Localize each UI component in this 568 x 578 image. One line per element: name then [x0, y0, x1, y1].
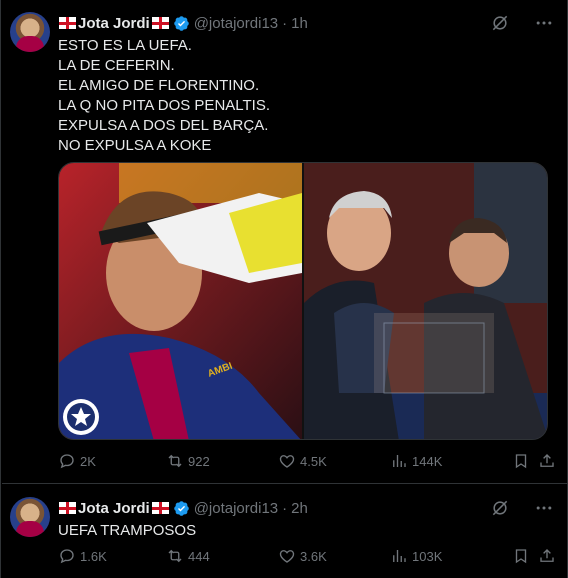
views-button[interactable]: 144K [390, 452, 442, 470]
verified-badge-icon [173, 500, 189, 516]
tweet-text-line: EXPULSA A DOS DEL BARÇA. [58, 117, 269, 134]
view-count: 103K [412, 548, 443, 564]
photo-officials-laughing[interactable] [304, 163, 547, 439]
share-icon [540, 549, 554, 562]
tweet-text: ESTO ES LA UEFA. LA DE CEFERIN. EL AMIGO… [58, 36, 270, 156]
avatar[interactable] [10, 497, 50, 537]
england-flag-icon [151, 502, 169, 514]
tweet-actions: 1.6K 444 3.6K 103K [58, 546, 556, 566]
grok-icon[interactable] [490, 498, 510, 518]
like-count: 4.5K [300, 453, 327, 469]
more-icon[interactable] [534, 498, 554, 518]
reply-icon [60, 549, 74, 564]
display-name[interactable]: Jota Jordi [78, 15, 150, 32]
share-button[interactable] [538, 547, 556, 565]
tweet-header: Jota Jordi @jotajordi13 · 2h [58, 498, 556, 518]
grok-icon[interactable] [490, 13, 510, 33]
avatar[interactable] [10, 12, 50, 52]
verified-badge-icon [173, 15, 189, 31]
like-count: 3.6K [300, 548, 327, 564]
repost-button[interactable]: 922 [166, 452, 210, 470]
tweet-text-line: NO EXPULSA A KOKE [58, 137, 212, 154]
more-icon[interactable] [534, 13, 554, 33]
bookmark-button[interactable] [512, 452, 530, 470]
tweet-text-line: EL AMIGO DE FLORENTINO. [58, 77, 260, 94]
share-icon [540, 454, 554, 467]
reply-button[interactable]: 2K [58, 452, 96, 470]
repost-button[interactable]: 444 [166, 547, 210, 565]
handle[interactable]: @jotajordi13 [194, 15, 278, 32]
england-flag-icon [59, 502, 76, 514]
views-icon [393, 550, 406, 562]
timeline: Jota Jordi @jotajordi13 · 1h ESTO ES LA … [0, 0, 568, 578]
reply-button[interactable]: 1.6K [58, 547, 107, 565]
tweet-actions: 2K 922 4.5K 144K [58, 451, 556, 471]
like-icon [279, 550, 295, 563]
media-grid: AMBI [58, 162, 548, 440]
bookmark-button[interactable] [512, 547, 530, 565]
tweet-text-line: UEFA TRAMPOSOS [58, 522, 197, 539]
views-icon [393, 455, 406, 467]
tweet-text-line: LA Q NO PITA DOS PENALTIS. [58, 97, 271, 114]
reply-icon [60, 454, 74, 469]
view-count: 144K [412, 453, 443, 469]
repost-count: 922 [188, 453, 210, 469]
bookmark-icon [515, 454, 527, 469]
tweet[interactable]: Jota Jordi @jotajordi13 · 2h UEFA TRAMPO… [2, 485, 568, 578]
england-flag-icon [59, 17, 76, 29]
separator-dot: · [282, 14, 288, 32]
reply-count: 1.6K [80, 548, 107, 564]
tweet-text: UEFA TRAMPOSOS [58, 521, 196, 541]
separator-dot: · [282, 499, 288, 517]
tweet-text-line: LA DE CEFERIN. [58, 57, 175, 74]
timestamp[interactable]: 1h [291, 15, 308, 32]
like-icon [279, 455, 295, 468]
like-button[interactable]: 4.5K [278, 452, 327, 470]
tweet-header: Jota Jordi @jotajordi13 · 1h [58, 13, 556, 33]
tweet[interactable]: Jota Jordi @jotajordi13 · 1h ESTO ES LA … [2, 0, 568, 484]
share-button[interactable] [538, 452, 556, 470]
like-button[interactable]: 3.6K [278, 547, 327, 565]
tweet-text-line: ESTO ES LA UEFA. [58, 37, 192, 54]
england-flag-icon [151, 17, 169, 29]
repost-count: 444 [188, 548, 210, 564]
repost-icon [168, 454, 182, 468]
reply-count: 2K [80, 453, 96, 469]
photo-player-kicked[interactable]: AMBI [59, 163, 302, 439]
handle[interactable]: @jotajordi13 [194, 500, 278, 517]
timestamp[interactable]: 2h [291, 500, 308, 517]
repost-icon [168, 549, 182, 563]
bookmark-icon [515, 549, 527, 564]
display-name[interactable]: Jota Jordi [78, 500, 150, 517]
views-button[interactable]: 103K [390, 547, 442, 565]
champions-league-icon [63, 399, 99, 435]
